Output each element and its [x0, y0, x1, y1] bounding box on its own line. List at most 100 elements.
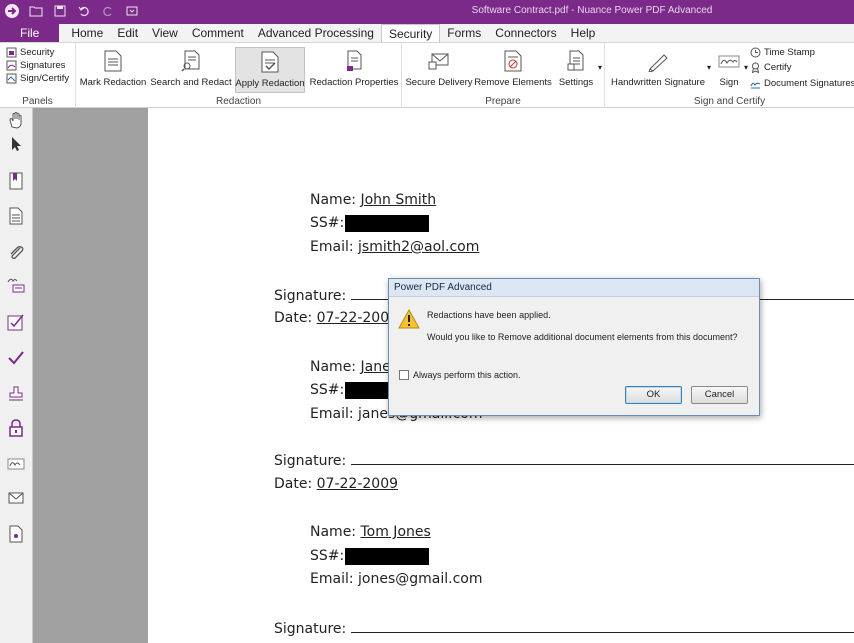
settings-icon: [565, 49, 587, 73]
document-signatures-button[interactable]: Document Signatures: [750, 78, 854, 89]
form-check-icon[interactable]: [6, 312, 26, 332]
stamp-icon[interactable]: [6, 384, 26, 404]
tab-comment[interactable]: Comment: [185, 24, 251, 42]
apply-redaction-button[interactable]: Apply Redaction: [235, 47, 305, 93]
record-3-name-row: Name: Tom Jones: [310, 524, 431, 540]
panels-group: Security Signatures Sign/Certify Panels: [0, 43, 76, 108]
dialog-message-primary: Redactions have been applied.: [427, 310, 551, 320]
mark-redaction-label: Mark Redaction: [79, 77, 147, 88]
ok-button[interactable]: OK: [625, 386, 682, 404]
redaction-box: [345, 548, 429, 565]
settings-label: Settings: [558, 77, 594, 88]
remove-elements-button[interactable]: Remove Elements: [474, 47, 552, 93]
always-perform-checkbox-row[interactable]: Always perform this action.: [399, 370, 521, 380]
tab-connectors[interactable]: Connectors: [488, 24, 563, 42]
record-1-date-row: Date: 07-22-2009: [274, 310, 398, 326]
search-redact-icon: [180, 49, 202, 73]
sign-label: Sign: [719, 77, 739, 88]
doc-signatures-icon: [750, 78, 761, 89]
sign-side-icon[interactable]: [6, 454, 26, 474]
certify-button[interactable]: Certify: [750, 62, 791, 73]
email-label: Email:: [310, 406, 354, 422]
name-label: Name:: [310, 524, 357, 540]
record-3-signature-row: Signature:: [274, 621, 854, 637]
name-value: John Smith: [360, 192, 437, 208]
panels-group-label: Panels: [22, 96, 53, 107]
search-and-redact-button[interactable]: Search and Redact: [150, 47, 232, 93]
tab-edit[interactable]: Edit: [110, 24, 145, 42]
security-panel-label: Security: [20, 47, 55, 58]
left-toolbar: [0, 108, 33, 643]
date-label: Date:: [274, 476, 313, 492]
time-stamp-button[interactable]: Time Stamp: [750, 47, 815, 58]
security-panel-button[interactable]: Security: [6, 47, 54, 58]
sign-certify-group-label: Sign and Certify: [693, 96, 766, 107]
settings-button[interactable]: Settings: [556, 47, 596, 93]
bookmark-icon[interactable]: [6, 171, 26, 191]
tab-view[interactable]: View: [145, 24, 185, 42]
sign-icon: [718, 49, 740, 73]
always-perform-label: Always perform this action.: [413, 370, 521, 380]
select-arrow-icon[interactable]: [6, 134, 26, 154]
name-label: Name:: [310, 192, 357, 208]
tab-home[interactable]: Home: [59, 24, 110, 42]
mark-redaction-button[interactable]: Mark Redaction: [78, 47, 148, 93]
attachment-icon[interactable]: [6, 242, 26, 262]
tab-advanced-processing[interactable]: Advanced Processing: [251, 24, 381, 42]
signature-label: Signature:: [274, 621, 347, 637]
email-label: Email:: [310, 571, 354, 587]
signature-line: [350, 621, 854, 633]
record-3-ss-row: SS#:: [310, 548, 344, 564]
hand-tool-icon[interactable]: [6, 110, 26, 130]
dialog-message-secondary: Would you like to Remove additional docu…: [427, 332, 738, 342]
email-value: jsmith2@aol.com: [358, 239, 480, 255]
signature-label: Signature:: [274, 288, 347, 304]
redaction-properties-button[interactable]: Redaction Properties: [310, 47, 398, 93]
security-panel-icon: [6, 47, 17, 58]
remove-elements-icon: [502, 49, 524, 73]
lock-icon[interactable]: [6, 418, 26, 438]
window-title: Software Contract.pdf - Nuance Power PDF…: [471, 5, 713, 16]
record-3-email-row: Email: jones@gmail.com: [310, 571, 482, 587]
sign-dropdown-icon[interactable]: ▾: [744, 63, 748, 72]
document-properties-icon[interactable]: [6, 524, 26, 544]
mail-icon[interactable]: [6, 488, 26, 508]
always-perform-checkbox[interactable]: [399, 370, 409, 380]
tab-security[interactable]: Security: [380, 24, 441, 42]
record-1-name-row: Name: John Smith: [310, 192, 436, 208]
signatures-panel-side-icon[interactable]: [6, 275, 26, 295]
pages-icon[interactable]: [6, 206, 26, 226]
prepare-group: Secure Delivery Remove Elements Settings…: [402, 43, 605, 108]
search-and-redact-label: Search and Redact: [150, 77, 232, 88]
time-stamp-label: Time Stamp: [764, 47, 815, 58]
name-value: Jane: [360, 359, 391, 375]
handwritten-signature-button[interactable]: Handwritten Signature: [610, 47, 706, 93]
record-2-ss-row: SS#:: [310, 382, 344, 398]
sign-certify-group: Handwritten Signature ▾ Sign ▾ Time Stam…: [605, 43, 854, 108]
sign-certify-panel-button[interactable]: Sign/Certify: [6, 73, 69, 84]
tab-help[interactable]: Help: [564, 24, 603, 42]
signatures-panel-button[interactable]: Signatures: [6, 60, 65, 71]
handwritten-signature-label: Handwritten Signature: [611, 77, 705, 88]
certify-label: Certify: [764, 62, 792, 73]
record-2-signature-row: Signature:: [274, 453, 854, 469]
signature-label: Signature:: [274, 453, 347, 469]
redaction-group-label: Redaction: [215, 96, 262, 107]
record-2-date-row: Date: 07-22-2009: [274, 476, 398, 492]
date-value: 07-22-2009: [316, 310, 399, 326]
email-label: Email:: [310, 239, 354, 255]
signatures-panel-label: Signatures: [20, 60, 66, 71]
email-value: jones@gmail.com: [358, 571, 483, 587]
remove-elements-label: Remove Elements: [474, 77, 552, 88]
checkmark-icon[interactable]: [6, 348, 26, 368]
tab-forms[interactable]: Forms: [440, 24, 488, 42]
cancel-button[interactable]: Cancel: [691, 386, 748, 404]
date-label: Date:: [274, 310, 313, 326]
secure-delivery-button[interactable]: Secure Delivery: [405, 47, 473, 93]
sign-button[interactable]: Sign: [715, 47, 743, 93]
handwritten-dropdown-icon[interactable]: ▾: [707, 63, 711, 72]
tab-file[interactable]: File: [0, 24, 60, 42]
date-value: 07-22-2009: [316, 476, 399, 492]
settings-dropdown-icon[interactable]: ▾: [598, 63, 602, 72]
apply-redaction-icon: [259, 50, 281, 74]
